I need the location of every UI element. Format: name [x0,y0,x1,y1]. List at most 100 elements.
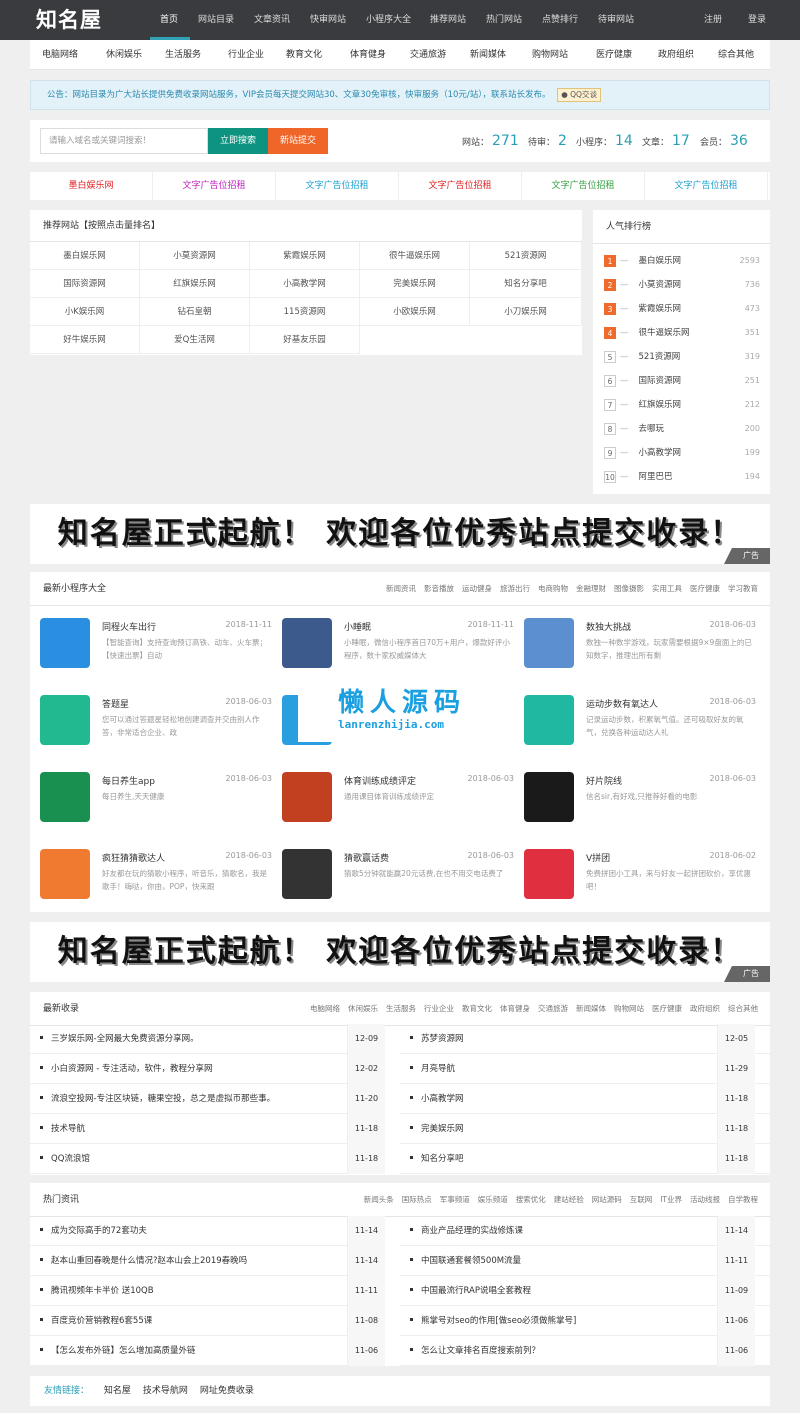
list-item[interactable]: 小白资源网 - 专注活动，软件，教程分享网 [30,1054,385,1084]
recommended-site[interactable]: 小欧娱乐网 [360,298,470,326]
list-item[interactable]: 三岁娱乐网-全网最大免费资源分享网。 [30,1024,385,1054]
tab-link[interactable]: 休闲娱乐 [348,1004,378,1013]
search-button[interactable]: 立即搜索 [208,128,268,154]
recommended-site[interactable]: 国际资源网 [30,270,140,298]
recommended-site[interactable]: 小高教学网 [250,270,360,298]
tab-link[interactable]: IT业界 [660,1195,682,1204]
tab-link[interactable]: 购物网站 [614,1004,644,1013]
recommended-site[interactable]: 紫霞娱乐网 [250,242,360,270]
recommended-site[interactable]: 小K娱乐网 [30,298,140,326]
rank-row[interactable]: 4 — 很牛逼娱乐网 351 [604,321,764,345]
miniapp-card[interactable]: 数独大挑战 2018-06-03 数独一种数学游戏，玩家需要根据9×9盘面上的已知数… [524,618,756,688]
nav-item[interactable]: 待审网站 [598,0,634,40]
recommended-site[interactable]: 钻石皇朝 [140,298,250,326]
tab-link[interactable]: 综合其他 [728,1004,758,1013]
miniapp-card[interactable]: 小睡眠 2018-11-11 小睡眠，微信小程序首日70万+用户，爆款好评小程序，数… [282,618,514,688]
text-ad[interactable]: 文字广告位招租 [153,172,276,200]
category-link[interactable]: 休闲娱乐 [106,40,142,70]
tab-link[interactable]: 影音播放 [424,584,454,593]
list-item[interactable]: 成为交际高手的72套功夫 [30,1216,385,1246]
nav-item[interactable]: 网站目录 [198,0,234,40]
tab-link[interactable]: 旅游出行 [500,584,530,593]
tab-link[interactable]: 金融理财 [576,584,606,593]
list-item[interactable]: 流浪空投网-专注区块链，糖果空投，总之是虚拟币那些事。 [30,1084,385,1114]
nav-item[interactable]: 热门网站 [486,0,522,40]
miniapp-card[interactable]: 好片院线 2018-06-03 信名sir,有好戏,只推荐好看的电影 [524,772,756,842]
text-ad[interactable]: 文字广告位招租 [522,172,645,200]
miniapp-card[interactable]: 猜歌赢话费 2018-06-03 猜歌5分钟就能赢20元话费,在也不用交电话费了 [282,849,514,919]
text-ad[interactable]: 墨白娱乐网 [30,172,153,200]
login-link[interactable]: 登录 [748,0,766,40]
recommended-site[interactable]: 爱Q生活网 [140,326,250,354]
rank-row[interactable]: 1 — 墨白娱乐网 2593 [604,249,764,273]
category-link[interactable]: 生活服务 [165,40,201,70]
recommended-site[interactable]: 好基友乐园 [250,326,360,354]
tab-link[interactable]: 互联网 [630,1195,653,1204]
recommended-site[interactable]: 115资源网 [250,298,360,326]
friend-link[interactable]: 网址免费收录 [200,1386,254,1396]
tab-link[interactable]: 医疗健康 [652,1004,682,1013]
tab-link[interactable]: 行业企业 [424,1004,454,1013]
tab-link[interactable]: 新闻资讯 [386,584,416,593]
site-logo[interactable]: 知名屋 [36,4,102,34]
recommended-site[interactable]: 521资源网 [470,242,582,270]
promo-banner[interactable]: 知名屋正式起航！ 欢迎各位优秀站点提交收录！ 广告 [30,504,770,564]
list-item[interactable]: 熊掌号对seo的作用[做seo必须做熊掌号] [400,1306,770,1336]
text-ad[interactable]: 文字广告位招租 [399,172,522,200]
tab-link[interactable]: 政府组织 [690,1004,720,1013]
recommended-site[interactable]: 完美娱乐网 [360,270,470,298]
list-item[interactable]: 赵本山重回春晚是什么情况?赵本山会上2019春晚吗 [30,1246,385,1276]
list-item[interactable]: 中国联通套餐领500M流量 [400,1246,770,1276]
list-item[interactable]: 技术导航 [30,1114,385,1144]
friend-link[interactable]: 知名屋 [104,1386,131,1396]
miniapp-card[interactable]: 体育训练成绩评定 2018-06-03 通用课目体育训练成绩评定 [282,772,514,842]
list-item[interactable]: 怎么让文章排名百度搜索前列？ [400,1336,770,1366]
miniapp-card[interactable]: V拼团 2018-06-02 免费拼团小工具，来与好友一起拼团砍价，享优惠吧！ [524,849,756,919]
tab-link[interactable]: 电商购物 [538,584,568,593]
list-item[interactable]: 腾讯视频年卡半价 送10QB [30,1276,385,1306]
rank-row[interactable]: 2 — 小莫资源网 736 [604,273,764,297]
promo-banner-2[interactable]: 知名屋正式起航！ 欢迎各位优秀站点提交收录！ 广告 [30,922,770,982]
recommended-site[interactable]: 小刀娱乐网 [470,298,582,326]
category-link[interactable]: 综合其他 [718,40,754,70]
category-link[interactable]: 行业企业 [228,40,264,70]
category-link[interactable]: 体育健身 [350,40,386,70]
recommended-site[interactable]: 好牛娱乐网 [30,326,140,354]
rank-row[interactable]: 7 — 红旗娱乐网 212 [604,393,764,417]
category-link[interactable]: 购物网站 [532,40,568,70]
category-link[interactable]: 电脑网络 [42,40,78,70]
submit-site-button[interactable]: 新站提交 [268,128,328,154]
list-item[interactable]: 【怎么发布外链】怎么增加高质量外链 [30,1336,385,1366]
category-link[interactable]: 教育文化 [286,40,322,70]
tab-link[interactable]: 实用工具 [652,584,682,593]
list-item[interactable]: 中国最流行RAP说唱全套教程 [400,1276,770,1306]
nav-item[interactable]: 首页 [160,0,178,40]
qq-chat-button[interactable]: ● QQ交谈 [557,88,601,102]
tab-link[interactable]: 国际热点 [402,1195,432,1204]
recommended-site[interactable]: 知名分享吧 [470,270,582,298]
text-ad[interactable]: 文字广告位招租 [276,172,399,200]
friend-link[interactable]: 技术导航网 [143,1386,188,1396]
category-link[interactable]: 新闻媒体 [470,40,506,70]
tab-link[interactable]: 学习教育 [728,584,758,593]
rank-row[interactable]: 10 — 阿里巴巴 194 [604,465,764,489]
tab-link[interactable]: 网站源码 [592,1195,622,1204]
list-item[interactable]: 完美娱乐网 [400,1114,770,1144]
miniapp-card[interactable]: 运动步数有氧达人 2018-06-03 记录运动步数，积累氧气值。还可吸取好友的氧气… [524,695,756,765]
list-item[interactable]: 月亮导航 [400,1054,770,1084]
recommended-site[interactable]: 小莫资源网 [140,242,250,270]
list-item[interactable]: 百度竞价营销教程6套55课 [30,1306,385,1336]
recommended-site[interactable]: 很牛逼娱乐网 [360,242,470,270]
tab-link[interactable]: 新闻头条 [364,1195,394,1204]
tab-link[interactable]: 体育健身 [500,1004,530,1013]
miniapp-card[interactable]: 答题星 2018-06-03 您可以通过答题星轻松地创建调查并交由别人作答，非常适合… [40,695,272,765]
tab-link[interactable]: 活动线报 [690,1195,720,1204]
tab-link[interactable]: 建站经验 [554,1195,584,1204]
recommended-site[interactable]: 墨白娱乐网 [30,242,140,270]
list-item[interactable]: 小高教学网 [400,1084,770,1114]
rank-row[interactable]: 5 — 521资源网 319 [604,345,764,369]
tab-link[interactable]: 自学教程 [728,1195,758,1204]
miniapp-card[interactable]: 疯狂猜猜歌达人 2018-06-03 好友都在玩的猜歌小程序，听音乐，猜歌名，我是歌… [40,849,272,919]
tab-link[interactable]: 交通旅游 [538,1004,568,1013]
miniapp-card[interactable]: 同程火车出行 2018-11-11 【智能查询】支持查询预订高铁、动车、火车票；【快… [40,618,272,688]
